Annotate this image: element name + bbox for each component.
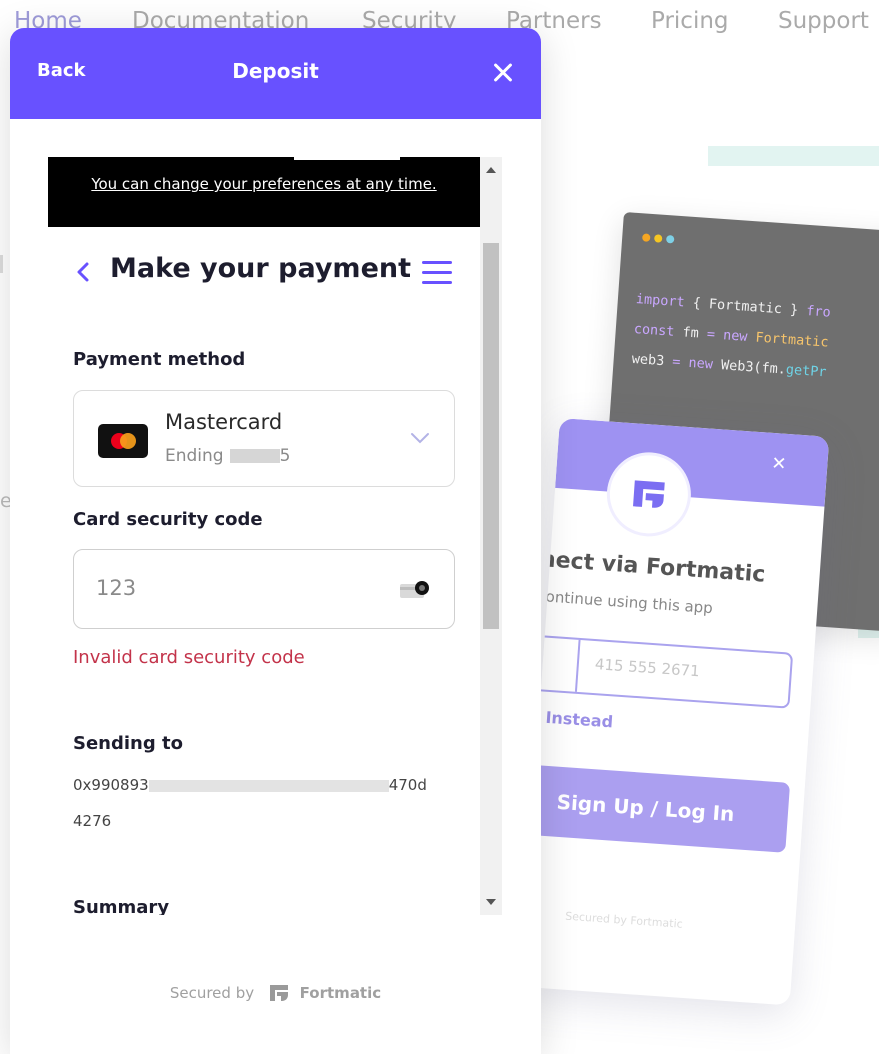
window-dots <box>641 233 675 244</box>
code-token: { Fortmatic } <box>692 295 799 319</box>
code-token: fro <box>805 302 832 321</box>
code-token: getPr <box>785 361 827 381</box>
modal-title: Deposit <box>232 59 319 83</box>
window-dot <box>641 233 651 242</box>
payment-header: Make your payment <box>48 253 480 293</box>
card-security-code-field <box>73 549 455 629</box>
window-dot <box>665 235 675 244</box>
scroll-up-arrow[interactable] <box>486 167 496 173</box>
cookie-preferences-link[interactable]: You can change your preferences at any t… <box>64 174 464 195</box>
secured-by-footer: Secured by Fortmatic <box>10 984 541 1002</box>
card-ending-suffix: 5 <box>279 446 291 466</box>
card-security-code-input[interactable] <box>96 570 376 606</box>
payment-method-select[interactable]: Mastercard Ending 5 <box>73 390 455 487</box>
code-line: import { Fortmatic } fro <box>635 291 831 321</box>
address-start: 0x990893 <box>73 776 149 794</box>
mastercard-icon <box>98 424 148 458</box>
code-token: web3 <box>631 350 665 370</box>
card-brand-name: Mastercard <box>165 410 283 434</box>
card-security-code-label: Card security code <box>73 509 263 530</box>
fortmatic-logo-icon <box>269 985 288 1001</box>
nav-support[interactable]: Support <box>778 8 869 34</box>
scroll-down-arrow[interactable] <box>486 899 496 905</box>
payment-method-label: Payment method <box>73 349 246 370</box>
address-end: 470d <box>388 776 427 794</box>
phone-field: 415 555 2671 <box>520 633 794 709</box>
payment-frame: You can change your preferences at any t… <box>48 157 502 915</box>
hamburger-menu-icon[interactable] <box>422 261 452 285</box>
field-divider <box>574 639 581 692</box>
code-token: fm <box>681 324 700 342</box>
card-security-code-error: Invalid card security code <box>73 647 305 668</box>
deposit-modal: Back Deposit You can change your prefere… <box>10 28 541 1054</box>
code-token: const <box>633 320 675 340</box>
code-token: new <box>722 327 749 345</box>
code-token: = <box>706 326 716 343</box>
redacted-address <box>148 779 389 792</box>
widget-subtitle: continue using this app <box>536 586 714 618</box>
card-ending-label: Ending <box>165 446 224 466</box>
window-dot <box>653 234 663 243</box>
code-line: const fm = new Fortmatic <box>633 321 829 351</box>
decorative-mark <box>0 255 3 273</box>
brand-text: Fortmatic <box>629 914 684 931</box>
redacted-digits <box>229 449 280 463</box>
address-line2: 4276 <box>73 812 112 830</box>
phone-placeholder: 415 555 2671 <box>594 655 701 681</box>
cookie-banner-edge <box>294 157 400 160</box>
brand-text: Fortmatic <box>299 984 382 1002</box>
close-icon[interactable] <box>488 58 518 88</box>
scroll-thumb[interactable] <box>483 243 499 629</box>
cookie-banner: You can change your preferences at any t… <box>48 157 480 227</box>
secured-text: Secured by <box>169 984 255 1002</box>
code-token: = <box>671 353 682 371</box>
fortmatic-widget-preview: ✕ nect via Fortmatic continue using this… <box>520 418 830 1006</box>
decorative-strip <box>708 146 879 166</box>
summary-label: Summary <box>73 897 170 915</box>
widget-title: nect via Fortmatic <box>539 546 767 588</box>
chevron-down-icon <box>411 433 429 444</box>
sending-to-label: Sending to <box>73 733 183 754</box>
frame-scrollbar[interactable] <box>480 157 502 915</box>
card-cvc-icon <box>400 581 429 598</box>
code-token: Fortmatic <box>755 329 830 351</box>
secured-text: Secured by <box>564 909 628 927</box>
chevron-left-icon[interactable] <box>73 261 95 283</box>
code-token: Web3(fm. <box>720 357 787 378</box>
sign-up-button: Sign Up / Log In <box>520 763 791 853</box>
page-title: Make your payment <box>110 253 412 284</box>
email-instead-link: il Instead <box>528 706 614 732</box>
nav-pricing[interactable]: Pricing <box>651 8 729 34</box>
code-token: new <box>688 354 714 373</box>
code-token: import <box>635 291 686 311</box>
widget-secured-note: Secured by Fortmatic <box>565 910 683 931</box>
modal-header: Back Deposit <box>10 28 541 119</box>
card-ending: Ending 5 <box>165 446 290 466</box>
code-line: web3 = new Web3(fm.getPr <box>631 351 827 381</box>
close-icon: ✕ <box>770 452 788 475</box>
recipient-address: 0x990893 470d 4276 <box>73 767 463 839</box>
